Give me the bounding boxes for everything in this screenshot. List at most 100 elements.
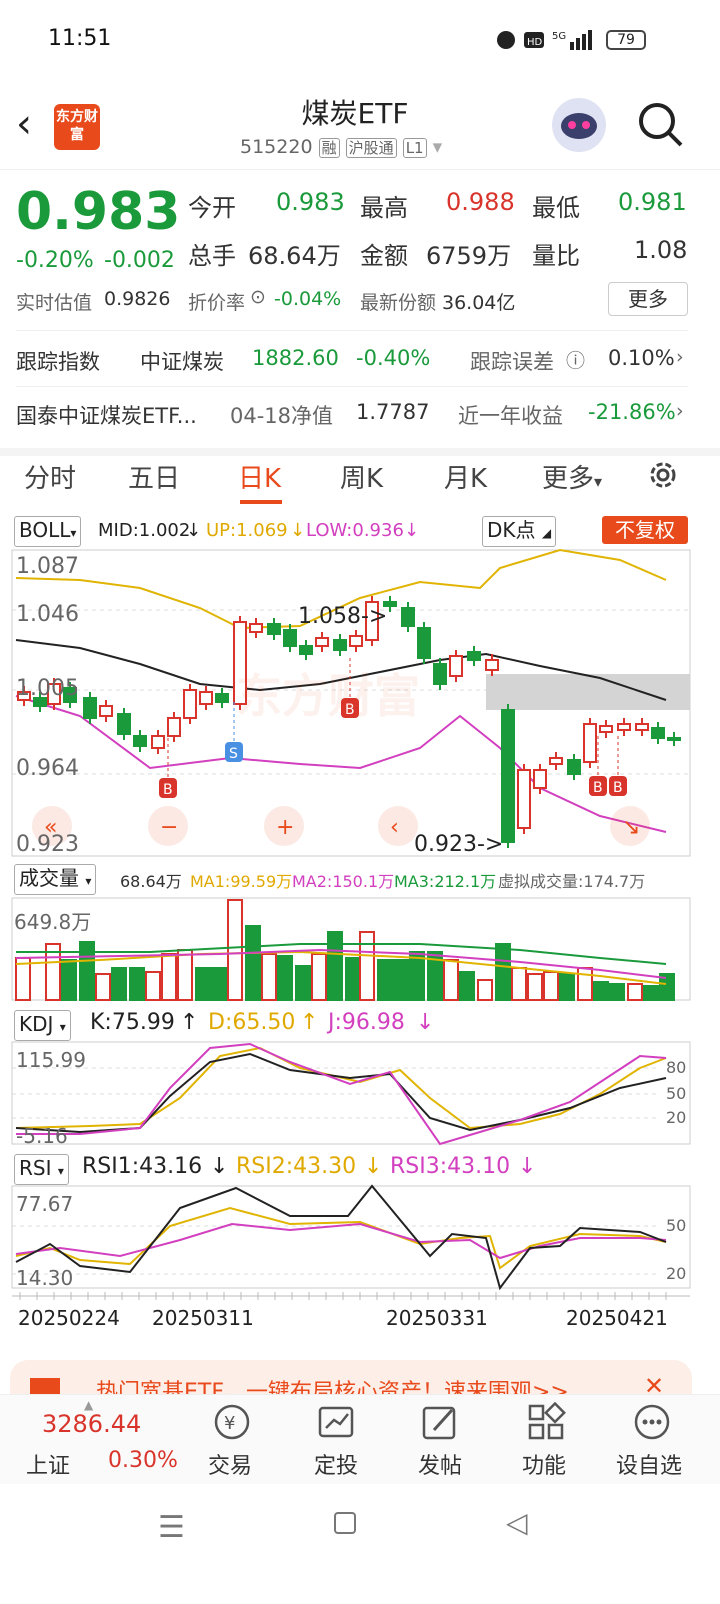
- more-button[interactable]: 更多: [608, 282, 688, 316]
- track-index-pct: -0.40%: [356, 346, 431, 370]
- candle: [283, 629, 297, 647]
- search-icon[interactable]: [636, 100, 684, 148]
- tab-intraday[interactable]: 分时: [24, 458, 76, 495]
- mid-arrow: ↓: [186, 520, 202, 541]
- divider: [16, 386, 688, 387]
- candle: [267, 623, 281, 635]
- candle: [651, 727, 665, 739]
- volume-bar: [129, 967, 145, 1001]
- track-index-value: 1882.60: [252, 346, 339, 370]
- ratio-label: 量比: [532, 242, 580, 270]
- volume-bar: [495, 943, 511, 1001]
- kdj-j: J:96.98: [328, 1010, 405, 1035]
- k-arrow: ↑: [180, 1010, 199, 1035]
- nav-trade[interactable]: 交易: [208, 1448, 252, 1480]
- indicator-select-rsi[interactable]: RSI ▾: [14, 1154, 69, 1185]
- volume-bar: [511, 967, 527, 1001]
- candle: [133, 735, 147, 747]
- volume-bar: [393, 959, 409, 1001]
- candle: [299, 645, 313, 655]
- volume-bar: [211, 967, 227, 1001]
- clock: 11:51: [48, 26, 112, 51]
- menu-icon[interactable]: ☰: [158, 1510, 185, 1545]
- kdj-axis-bottom: -5.16: [16, 1124, 68, 1148]
- post-icon[interactable]: [420, 1402, 460, 1442]
- nav-fixed-invest[interactable]: 定投: [314, 1448, 358, 1480]
- signal-marker-label: B: [593, 780, 603, 796]
- tag-level: L1: [402, 138, 427, 158]
- chevron-right-icon[interactable]: ›: [676, 400, 684, 422]
- fixed-invest-icon[interactable]: [316, 1402, 356, 1442]
- trade-icon[interactable]: ¥: [212, 1402, 252, 1442]
- status-bar: 11:51 HD 5G 79: [0, 0, 720, 80]
- candle: [249, 623, 263, 633]
- gear-icon[interactable]: [646, 458, 680, 492]
- date-label-3: 20250331: [386, 1306, 488, 1330]
- date-label-4: 20250421: [566, 1306, 668, 1330]
- tab-more[interactable]: 更多▾: [542, 458, 602, 495]
- candle: [349, 635, 363, 647]
- help-icon[interactable]: ⓘ: [566, 346, 585, 373]
- last-price: 0.983: [16, 182, 181, 242]
- indicator-select-volume[interactable]: 成交量 ▾: [14, 864, 97, 895]
- fund-name[interactable]: 国泰中证煤炭ETF...: [16, 400, 197, 430]
- stock-subtitle[interactable]: 515220 融 沪股通 L1 ▾: [240, 136, 442, 158]
- volume-bar: [593, 981, 609, 1001]
- rsi3-line: [15, 1222, 667, 1260]
- functions-icon[interactable]: [526, 1402, 566, 1442]
- adjust-toggle[interactable]: 不复权: [602, 516, 688, 544]
- dk-point-select[interactable]: DK点 ◢: [482, 516, 557, 547]
- tag-connect: 沪股通: [345, 138, 397, 158]
- zoom-button-icon: −: [160, 815, 178, 840]
- change-amount: -0.002: [104, 248, 175, 273]
- volume-value: 68.64万: [248, 242, 341, 270]
- change-percent: -0.20%: [16, 248, 94, 273]
- rsi1-arrow: ↓: [210, 1154, 229, 1179]
- index-value[interactable]: 3286.44: [42, 1410, 141, 1438]
- kdj-level-80: 80: [666, 1058, 687, 1077]
- nav-add-watchlist[interactable]: 设自选: [616, 1448, 682, 1480]
- svg-text:¥: ¥: [224, 1413, 235, 1434]
- watermark: 东方财富: [236, 669, 420, 723]
- tab-monthly-k[interactable]: 月K: [444, 458, 487, 495]
- boll-low: LOW:0.936: [306, 520, 404, 541]
- back-button[interactable]: ‹: [16, 104, 32, 144]
- volume-bar: [111, 967, 127, 1001]
- status-icons: HD 5G: [497, 30, 592, 50]
- vol-ma3: MA3:212.1万: [394, 872, 497, 891]
- more-info-icon[interactable]: ⊙: [250, 286, 266, 308]
- volume-bar: [443, 959, 459, 1001]
- tab-daily-k[interactable]: 日K: [238, 458, 281, 495]
- indicator-select-kdj[interactable]: KDJ ▾: [14, 1010, 71, 1041]
- nav-functions[interactable]: 功能: [522, 1448, 566, 1480]
- vol-virtual: 虚拟成交量:174.7万: [498, 872, 646, 891]
- kdj-level-50: 50: [666, 1084, 687, 1103]
- iopv-value: 0.9826: [104, 288, 171, 310]
- back-icon[interactable]: ◁: [506, 1506, 528, 1539]
- chevron-right-icon[interactable]: ›: [676, 346, 684, 368]
- nav-post[interactable]: 发帖: [418, 1448, 462, 1480]
- low-arrow: ↓: [404, 520, 420, 541]
- indicator-select-boll[interactable]: BOLL▾: [14, 516, 82, 547]
- candle: [449, 655, 463, 677]
- date-label-2: 20250311: [152, 1306, 254, 1330]
- volume-bar: [643, 985, 659, 1001]
- kdj-level-20: 20: [666, 1108, 687, 1127]
- home-icon[interactable]: [334, 1512, 356, 1534]
- index-name[interactable]: 上证: [26, 1448, 70, 1480]
- kdj-d-line: [15, 1046, 667, 1130]
- tag-margin: 融: [318, 138, 340, 158]
- active-tab-indicator: [240, 500, 282, 504]
- assistant-avatar-icon[interactable]: [552, 98, 606, 152]
- signal-marker-label: S: [229, 746, 238, 762]
- tab-five-day[interactable]: 五日: [128, 458, 180, 495]
- page-title: 煤炭ETF: [301, 97, 409, 130]
- volume-bar: [195, 967, 211, 1001]
- track-index-name[interactable]: 中证煤炭: [140, 346, 224, 376]
- candle: [635, 723, 649, 731]
- tab-weekly-k[interactable]: 周K: [340, 458, 383, 495]
- candle: [617, 723, 631, 731]
- more-dots-icon[interactable]: [632, 1402, 672, 1442]
- amount-label: 金额: [360, 242, 408, 270]
- candle: [667, 737, 681, 741]
